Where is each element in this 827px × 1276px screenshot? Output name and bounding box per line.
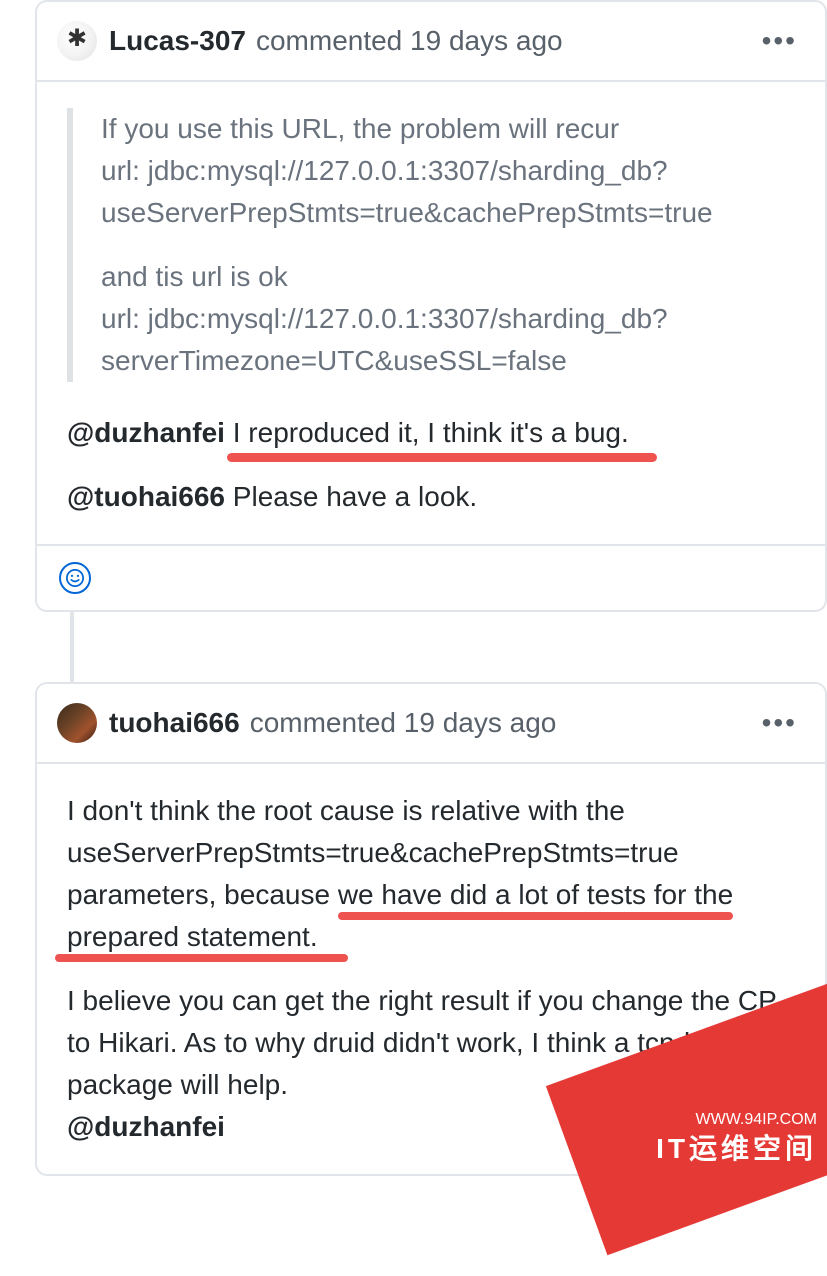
comment-paragraph: I don't think the root cause is relative… [67, 790, 795, 958]
mention[interactable]: @tuohai666 [67, 481, 225, 512]
timestamp: 19 days ago [404, 707, 557, 738]
comment-footer [37, 544, 825, 610]
comment-meta: commented 19 days ago [250, 702, 557, 744]
smiley-icon [65, 568, 85, 588]
avatar[interactable] [57, 21, 97, 61]
annotation-underline [338, 912, 733, 920]
comment-card: Lucas-307 commented 19 days ago ••• If y… [35, 0, 827, 612]
meta-prefix: commented [256, 25, 402, 56]
quote-text: url: jdbc:mysql://127.0.0.1:3307/shardin… [101, 303, 668, 376]
author-link[interactable]: Lucas-307 [109, 20, 246, 62]
comment-text: prepared statement. [67, 921, 318, 952]
watermark-brand: IT运维空间 [656, 1128, 817, 1170]
add-reaction-button[interactable] [59, 562, 91, 594]
watermark: WWW.94IP.COM IT运维空间 [597, 1066, 827, 1176]
comment-line: @duzhanfei I reproduced it, I think it's… [67, 412, 795, 454]
annotation-underline [227, 453, 657, 462]
comment-header: tuohai666 commented 19 days ago ••• [37, 684, 825, 764]
author-link[interactable]: tuohai666 [109, 702, 240, 744]
timeline-connector [70, 612, 74, 682]
annotation-underline [55, 954, 348, 962]
comment-line: @tuohai666 Please have a look. [67, 476, 795, 518]
quote-text: If you use this URL, the problem will re… [101, 113, 619, 144]
quote-text: url: jdbc:mysql://127.0.0.1:3307/shardin… [101, 155, 713, 228]
comment-text: I reproduced it, I think it's a bug. [225, 417, 629, 448]
mention[interactable]: @duzhanfei [67, 1111, 225, 1142]
meta-prefix: commented [250, 707, 396, 738]
timestamp: 19 days ago [410, 25, 563, 56]
more-menu-icon[interactable]: ••• [754, 698, 805, 748]
comment-text: we have did a lot of tests for the [338, 879, 733, 910]
quote-text: and tis url is ok [101, 261, 288, 292]
comment-text: Please have a look. [225, 481, 477, 512]
comment-body: If you use this URL, the problem will re… [37, 82, 825, 544]
comment-meta: commented 19 days ago [256, 20, 563, 62]
comment-header: Lucas-307 commented 19 days ago ••• [37, 2, 825, 82]
mention[interactable]: @duzhanfei [67, 417, 225, 448]
more-menu-icon[interactable]: ••• [754, 16, 805, 66]
quote-block: If you use this URL, the problem will re… [67, 108, 795, 382]
avatar[interactable] [57, 703, 97, 743]
